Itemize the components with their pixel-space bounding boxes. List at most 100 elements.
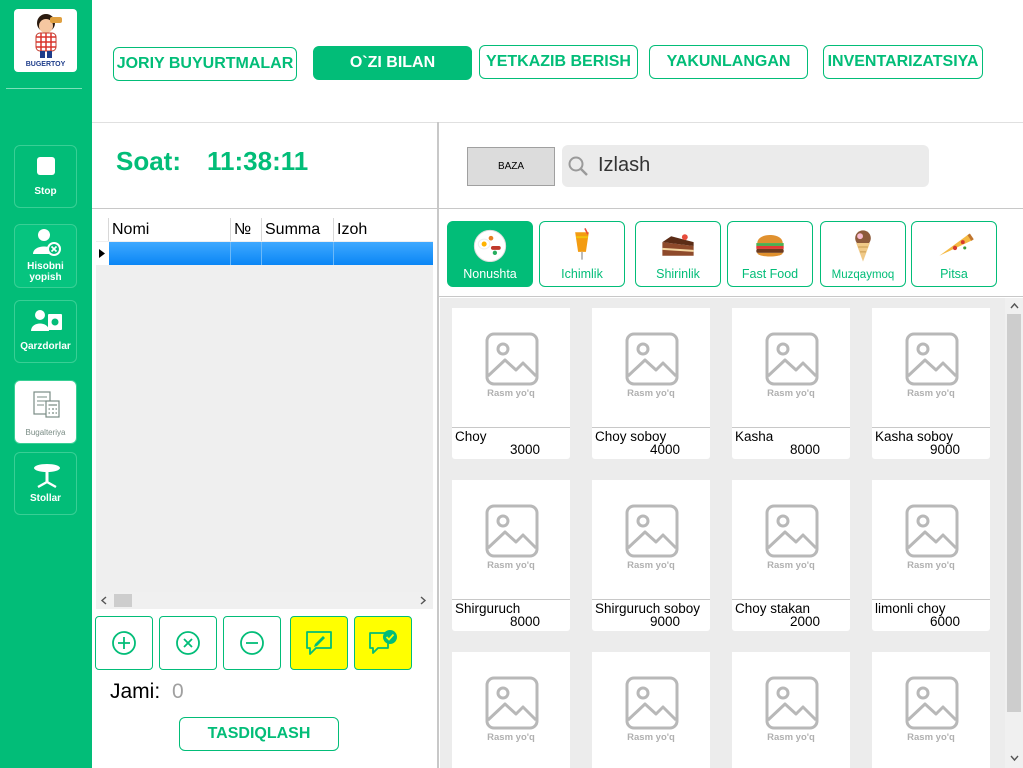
product-card[interactable]: Rasm yo'q Shirguruch 8000 xyxy=(452,480,570,631)
product-card[interactable]: Rasm yo'q xyxy=(872,652,990,768)
image-placeholder-icon xyxy=(485,504,539,558)
ice-cream-icon xyxy=(855,230,871,262)
baza-button[interactable]: BAZA xyxy=(467,147,555,186)
category-drinks[interactable]: Ichimlik xyxy=(539,221,625,287)
product-card[interactable]: Rasm yo'q Shirguruch soboy 9000 xyxy=(592,480,710,631)
product-card[interactable]: Rasm yo'q xyxy=(732,652,850,768)
column-header-comment[interactable]: Izoh xyxy=(334,218,433,241)
product-card[interactable]: Rasm yo'q xyxy=(452,652,570,768)
minus-icon xyxy=(240,631,264,655)
horizontal-scrollbar[interactable] xyxy=(96,592,433,609)
close-bill-icon xyxy=(33,229,61,256)
scroll-left-icon[interactable] xyxy=(100,596,108,605)
column-header-number[interactable]: № xyxy=(231,218,262,241)
sidebar-item-close-bill[interactable]: Hisobni yopish xyxy=(14,224,77,288)
product-card[interactable]: Rasm yo'q xyxy=(592,652,710,768)
cell-divider xyxy=(333,242,334,265)
product-price: 6000 xyxy=(929,614,960,629)
product-image: Rasm yo'q xyxy=(732,652,850,768)
sidebar: BUGERTOY Stop Hisobni yopish Qarzdorlar xyxy=(0,0,92,768)
column-header-sum[interactable]: Summa xyxy=(262,218,334,241)
no-image-label: Rasm yo'q xyxy=(767,388,815,399)
product-price: 4000 xyxy=(649,442,680,457)
total-label: Jami: xyxy=(110,680,161,703)
card-divider xyxy=(592,599,710,600)
breakfast-icon xyxy=(473,229,507,262)
sidebar-item-label: Qarzdorlar xyxy=(20,341,71,352)
remove-icon xyxy=(176,631,200,655)
category-fast-food[interactable]: Fast Food xyxy=(727,221,813,287)
tab-delivery[interactable]: YETKAZIB BERISH xyxy=(479,45,638,79)
product-card[interactable]: Rasm yo'q Choy soboy 4000 xyxy=(592,308,710,459)
row-indicator xyxy=(96,242,109,265)
product-price: 3000 xyxy=(509,442,540,457)
no-image-label: Rasm yo'q xyxy=(767,732,815,743)
sidebar-item-accounting[interactable]: Bugalteriya xyxy=(14,380,77,444)
scroll-thumb[interactable] xyxy=(114,594,132,607)
cell-divider xyxy=(230,242,231,265)
no-image-label: Rasm yo'q xyxy=(907,560,955,571)
confirm-order-button[interactable]: TASDIQLASH xyxy=(179,717,339,751)
product-image: Rasm yo'q xyxy=(732,308,850,426)
tab-completed[interactable]: YAKUNLANGAN xyxy=(649,45,808,79)
product-card[interactable]: Rasm yo'q Kasha 8000 xyxy=(732,308,850,459)
search-input[interactable]: Izlash xyxy=(562,145,929,187)
edit-comment-icon xyxy=(306,631,332,655)
sidebar-item-label: Hisobni yopish xyxy=(27,261,64,283)
row-pointer-icon xyxy=(99,249,105,258)
tab-current-orders[interactable]: JORIY BUYURTMALAR xyxy=(113,47,297,81)
image-placeholder-icon xyxy=(765,504,819,558)
vertical-scrollbar[interactable] xyxy=(1005,298,1023,768)
product-image: Rasm yo'q xyxy=(872,652,990,768)
category-label: Ichimlik xyxy=(561,267,603,281)
column-header-name[interactable]: Nomi xyxy=(109,218,231,241)
product-card[interactable]: Rasm yo'q Choy stakan 2000 xyxy=(732,480,850,631)
product-price: 8000 xyxy=(789,442,820,457)
scroll-up-icon[interactable] xyxy=(1010,302,1019,310)
panel-divider xyxy=(437,122,439,768)
order-table[interactable]: Nomi № Summa Izoh xyxy=(96,218,433,609)
card-divider xyxy=(592,427,710,428)
drink-icon xyxy=(575,228,589,260)
image-placeholder-icon xyxy=(905,332,959,386)
tab-inventory[interactable]: INVENTARIZATSIYA xyxy=(823,45,983,79)
scroll-right-icon[interactable] xyxy=(419,596,427,605)
category-desserts[interactable]: Shirinlik xyxy=(635,221,721,287)
category-pizza[interactable]: Pitsa xyxy=(911,221,997,287)
category-ice-cream[interactable]: Muzqaymoq xyxy=(820,221,906,287)
card-divider xyxy=(732,599,850,600)
product-card[interactable]: Rasm yo'q limonli choy 6000 xyxy=(872,480,990,631)
category-divider xyxy=(439,296,1023,297)
product-name: Kasha xyxy=(735,429,774,444)
no-image-label: Rasm yo'q xyxy=(487,560,535,571)
bigboy-mascot-icon xyxy=(35,14,62,58)
sidebar-item-stop[interactable]: Stop xyxy=(14,145,77,208)
edit-comment-button[interactable] xyxy=(290,616,348,670)
product-grid[interactable]: Rasm yo'q Choy 3000 Rasm yo'q Choy soboy 4000… xyxy=(440,298,1005,768)
sidebar-item-label: Bugalteriya xyxy=(25,428,66,437)
search-icon xyxy=(568,156,588,176)
table-row[interactable] xyxy=(109,242,433,265)
sidebar-item-label: Stop xyxy=(34,186,57,197)
category-label: Fast Food xyxy=(741,267,799,281)
card-divider xyxy=(732,427,850,428)
scroll-thumb[interactable] xyxy=(1007,314,1021,712)
sidebar-item-debtors[interactable]: Qarzdorlar xyxy=(14,300,77,363)
decrease-quantity-button[interactable] xyxy=(223,616,281,670)
sidebar-divider xyxy=(6,88,82,89)
confirm-comment-button[interactable] xyxy=(354,616,412,670)
category-label: Pitsa xyxy=(940,267,968,281)
add-item-button[interactable] xyxy=(95,616,153,670)
sidebar-item-tables[interactable]: Stollar xyxy=(14,452,77,515)
product-price: 9000 xyxy=(649,614,680,629)
add-icon xyxy=(112,631,136,655)
total-value: 0 xyxy=(172,680,184,703)
product-card[interactable]: Rasm yo'q Kasha soboy 9000 xyxy=(872,308,990,459)
category-breakfast[interactable]: Nonushta xyxy=(447,221,533,287)
no-image-label: Rasm yo'q xyxy=(487,388,535,399)
scroll-down-icon[interactable] xyxy=(1010,754,1019,762)
product-card[interactable]: Rasm yo'q Choy 3000 xyxy=(452,308,570,459)
remove-item-button[interactable] xyxy=(159,616,217,670)
category-label: Muzqaymoq xyxy=(831,269,895,281)
tab-takeaway[interactable]: O`ZI BILAN xyxy=(313,46,472,80)
